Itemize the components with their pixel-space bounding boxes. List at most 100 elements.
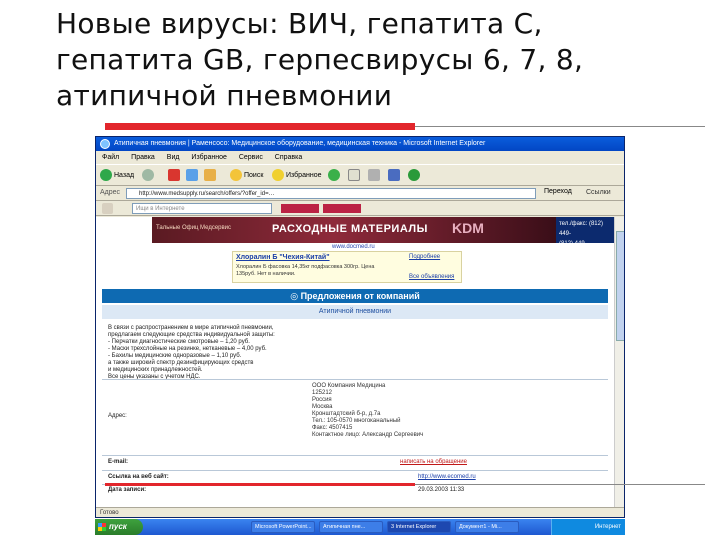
stop-button[interactable] bbox=[168, 169, 182, 183]
row-divider bbox=[102, 455, 608, 456]
links-button[interactable]: Ссылки bbox=[586, 189, 611, 196]
toolbar-search-buttons bbox=[281, 204, 365, 215]
browser-window: Атипичная пневмония | Раменсосо: Медицин… bbox=[95, 136, 625, 518]
start-button[interactable]: пуск bbox=[95, 519, 143, 535]
back-button[interactable]: Назад bbox=[100, 169, 134, 183]
desc-line: В связи с распространением в мире атипич… bbox=[108, 325, 274, 331]
promo-all-link[interactable]: Все объявления bbox=[409, 274, 454, 280]
ad-banner[interactable]: Тальные Офиц Медсервис РАСХОДНЫЕ МАТЕРИА… bbox=[152, 217, 556, 243]
print-icon bbox=[368, 169, 380, 182]
search-label: Поиск bbox=[244, 172, 264, 179]
banner-logo: Тальные Офиц Медсервис bbox=[156, 225, 232, 231]
refresh-button[interactable] bbox=[186, 169, 200, 183]
menu-help[interactable]: Справка bbox=[275, 154, 302, 161]
menu-favorites[interactable]: Избранное bbox=[191, 154, 226, 161]
website-link[interactable]: http://www.ecomed.ru bbox=[418, 474, 476, 480]
offer-description: В связи с распространением в мире атипич… bbox=[108, 325, 408, 381]
stop-icon bbox=[168, 169, 180, 182]
address-input[interactable]: http://www.medsupply.ru/search/offers/?o… bbox=[126, 188, 536, 199]
desc-line: а также широкий спектр дезинфицирующих с… bbox=[108, 360, 254, 366]
taskbar-task-2[interactable]: Атипичная пне... bbox=[319, 521, 383, 533]
search-button[interactable]: Поиск bbox=[230, 169, 263, 183]
toolbar-logo-icon bbox=[102, 203, 113, 214]
promo-details-link[interactable]: Подробнее bbox=[409, 254, 440, 260]
print-button[interactable] bbox=[368, 169, 382, 183]
favorites-button[interactable]: Избранное bbox=[272, 169, 321, 183]
taskbar-task-3[interactable]: 3 Internet Explorer bbox=[387, 521, 451, 533]
vertical-scrollbar[interactable] bbox=[614, 217, 624, 507]
desc-line: - Маски трехслойные на резинке, нетканев… bbox=[108, 346, 267, 352]
status-bar: Готово bbox=[96, 507, 624, 517]
refresh-icon bbox=[186, 169, 198, 182]
slide-title: Новые вирусы: ВИЧ, гепатита С, гепатита … bbox=[56, 6, 716, 114]
title-rule bbox=[415, 126, 705, 127]
row-divider bbox=[102, 470, 608, 471]
forward-button[interactable] bbox=[142, 169, 156, 183]
start-label: пуск bbox=[109, 522, 127, 531]
banner-text: РАСХОДНЫЕ МАТЕРИАЛЫ bbox=[272, 223, 428, 235]
globe-icon: ◎ bbox=[290, 291, 301, 301]
banner-brand: KDM bbox=[452, 220, 484, 236]
date-label: Дата записи: bbox=[108, 487, 147, 493]
menu-file[interactable]: Файл bbox=[102, 154, 119, 161]
slide-title-line-3: атипичной пневмонии bbox=[56, 79, 393, 112]
offer-title[interactable]: Атипичной пневмонии bbox=[102, 305, 608, 319]
taskbar-task-1[interactable]: Microsoft PowerPoint... bbox=[251, 521, 315, 533]
phone-box: тел./факс: (812) 449- (812) 449- bbox=[556, 217, 614, 247]
home-button[interactable] bbox=[204, 169, 218, 183]
row-divider bbox=[102, 379, 608, 380]
site-url-link[interactable]: www.docmed.ru bbox=[332, 244, 375, 250]
email-label: E-mail: bbox=[108, 459, 129, 465]
home-icon bbox=[204, 169, 216, 182]
bottom-accent-bar bbox=[105, 483, 415, 486]
tray-label: Интернет bbox=[594, 524, 621, 530]
menu-tools[interactable]: Сервис bbox=[239, 154, 263, 161]
messenger-button[interactable] bbox=[408, 169, 422, 183]
title-accent-bar bbox=[105, 123, 415, 130]
menu-edit[interactable]: Правка bbox=[131, 154, 155, 161]
go-button[interactable]: Переход bbox=[544, 188, 572, 195]
edit-button[interactable] bbox=[388, 169, 402, 183]
menu-view[interactable]: Вид bbox=[167, 154, 180, 161]
promo-link[interactable]: Хлоралин Б "Чехия-Китай" bbox=[236, 254, 330, 261]
date-value: 29.03.2003 11:33 bbox=[418, 487, 465, 493]
mail-button[interactable] bbox=[348, 169, 362, 183]
system-tray: Интернет bbox=[551, 519, 625, 535]
slide-title-line-1: Новые вирусы: ВИЧ, гепатита С, bbox=[56, 7, 543, 40]
address-row-label: Адрес: bbox=[108, 413, 127, 419]
desc-line: и медицинских принадлежностей. bbox=[108, 367, 203, 373]
browser-toolbar: Назад Поиск Избранное bbox=[96, 164, 624, 186]
window-title: Атипичная пневмония | Раменсосо: Медицин… bbox=[114, 140, 486, 147]
promo-text: Хлоралин Б фасовка 14,35кг подфасовка 30… bbox=[236, 264, 375, 277]
taskbar-task-4[interactable]: Документ1 - Mi... bbox=[455, 521, 519, 533]
address-line: ООО Компания Медицина bbox=[312, 383, 386, 389]
windows-flag-icon bbox=[98, 523, 106, 531]
history-button[interactable] bbox=[328, 169, 342, 183]
promo-box: Хлоралин Б "Чехия-Китай" Хлоралин Б фасо… bbox=[232, 251, 462, 283]
address-line: Кронштадтский б-р, д.7а bbox=[312, 411, 381, 417]
desc-line: - Бахилы медицинские одноразовые – 1,10 … bbox=[108, 353, 242, 359]
website-label: Ссылка на веб сайт: bbox=[108, 474, 169, 480]
favorites-label: Избранное bbox=[286, 172, 322, 179]
toolbar-search-input[interactable]: Ищи в Интернете bbox=[132, 203, 272, 214]
address-line: 125212 bbox=[312, 390, 333, 396]
section-header-label: Предложения от компаний bbox=[300, 291, 420, 301]
mail-icon bbox=[348, 169, 360, 182]
favorites-star-icon bbox=[272, 169, 284, 182]
email-link[interactable]: написать на обращение bbox=[400, 459, 467, 465]
address-line: Тел.: 105-0570 многоканальный bbox=[312, 418, 401, 424]
desc-line: - Перчатки диагностические смотровые – 1… bbox=[108, 339, 250, 345]
slide-title-line-2: гепатита GB, герпесвирусы 6, 7, 8, bbox=[56, 43, 584, 76]
forward-arrow-icon bbox=[142, 169, 154, 182]
toolbar-search-button-1[interactable] bbox=[281, 204, 319, 213]
toolbar-search-button-2[interactable] bbox=[323, 204, 361, 213]
phone-line-2: (812) 449- bbox=[559, 241, 587, 247]
address-line: Россия bbox=[312, 397, 332, 403]
page-content: Тальные Офиц Медсервис РАСХОДНЫЕ МАТЕРИА… bbox=[96, 217, 614, 507]
scrollbar-thumb[interactable] bbox=[616, 231, 624, 341]
back-arrow-icon bbox=[100, 169, 112, 182]
address-line: Контактное лицо: Александр Сергеевич bbox=[312, 432, 424, 438]
desc-line: предлагаем следующие средства индивидуал… bbox=[108, 332, 275, 338]
back-label: Назад bbox=[114, 172, 135, 179]
phone-line-1: тел./факс: (812) 449- bbox=[559, 221, 603, 237]
